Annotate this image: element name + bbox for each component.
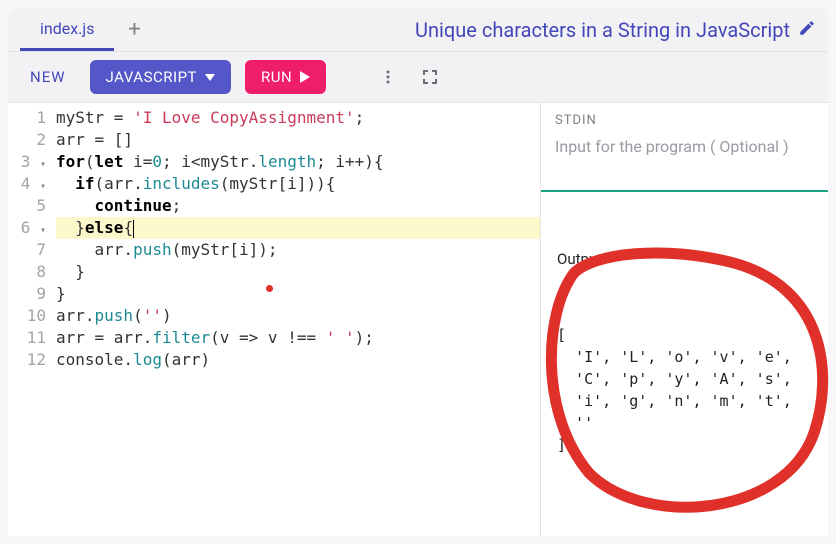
tab-file[interactable]: index.js (20, 9, 114, 51)
stdin-input[interactable]: Input for the program ( Optional ) (555, 136, 814, 180)
fullscreen-button[interactable] (416, 63, 444, 91)
code-area[interactable]: myStr = 'I Love CopyAssignment';arr = []… (56, 107, 540, 536)
page-title: Unique characters in a String in JavaScr… (254, 18, 798, 42)
play-icon (300, 71, 310, 83)
add-tab-button[interactable]: + (114, 17, 154, 42)
new-button[interactable]: NEW (20, 68, 76, 86)
app-root: index.js + Unique characters in a String… (0, 0, 836, 544)
run-button[interactable]: RUN (245, 60, 326, 94)
chevron-down-icon (205, 74, 215, 81)
fullscreen-icon (422, 69, 438, 85)
pencil-icon (798, 19, 816, 37)
language-select[interactable]: JAVASCRIPT (90, 60, 231, 94)
error-marker-icon (266, 285, 273, 292)
header: index.js + Unique characters in a String… (8, 8, 828, 52)
stdin-label: STDIN (555, 113, 814, 128)
stdin-panel: STDIN Input for the program ( Optional ) (541, 103, 828, 192)
tab-bar: index.js (20, 8, 114, 51)
output-panel: Output: [ 'I', 'L', 'o', 'v', 'e', 'C', … (541, 192, 828, 512)
run-label: RUN (261, 68, 292, 86)
language-label: JAVASCRIPT (106, 68, 197, 86)
line-gutter: 123 ▾4 ▾56 ▾789101112 (8, 107, 56, 536)
main-split: 123 ▾4 ▾56 ▾789101112 myStr = 'I Love Co… (8, 102, 828, 536)
toolbar: NEW JAVASCRIPT RUN (8, 52, 828, 102)
output-label: Output: (557, 248, 812, 270)
output-text: [ 'I', 'L', 'o', 'v', 'e', 'C', 'p', 'y'… (557, 324, 812, 456)
kebab-icon (380, 69, 396, 85)
editor-card: index.js + Unique characters in a String… (8, 8, 828, 536)
more-menu-button[interactable] (374, 63, 402, 91)
code-editor[interactable]: 123 ▾4 ▾56 ▾789101112 myStr = 'I Love Co… (8, 103, 540, 536)
plus-icon: + (128, 17, 140, 42)
edit-title-button[interactable] (798, 19, 816, 41)
side-panel: STDIN Input for the program ( Optional )… (540, 103, 828, 536)
